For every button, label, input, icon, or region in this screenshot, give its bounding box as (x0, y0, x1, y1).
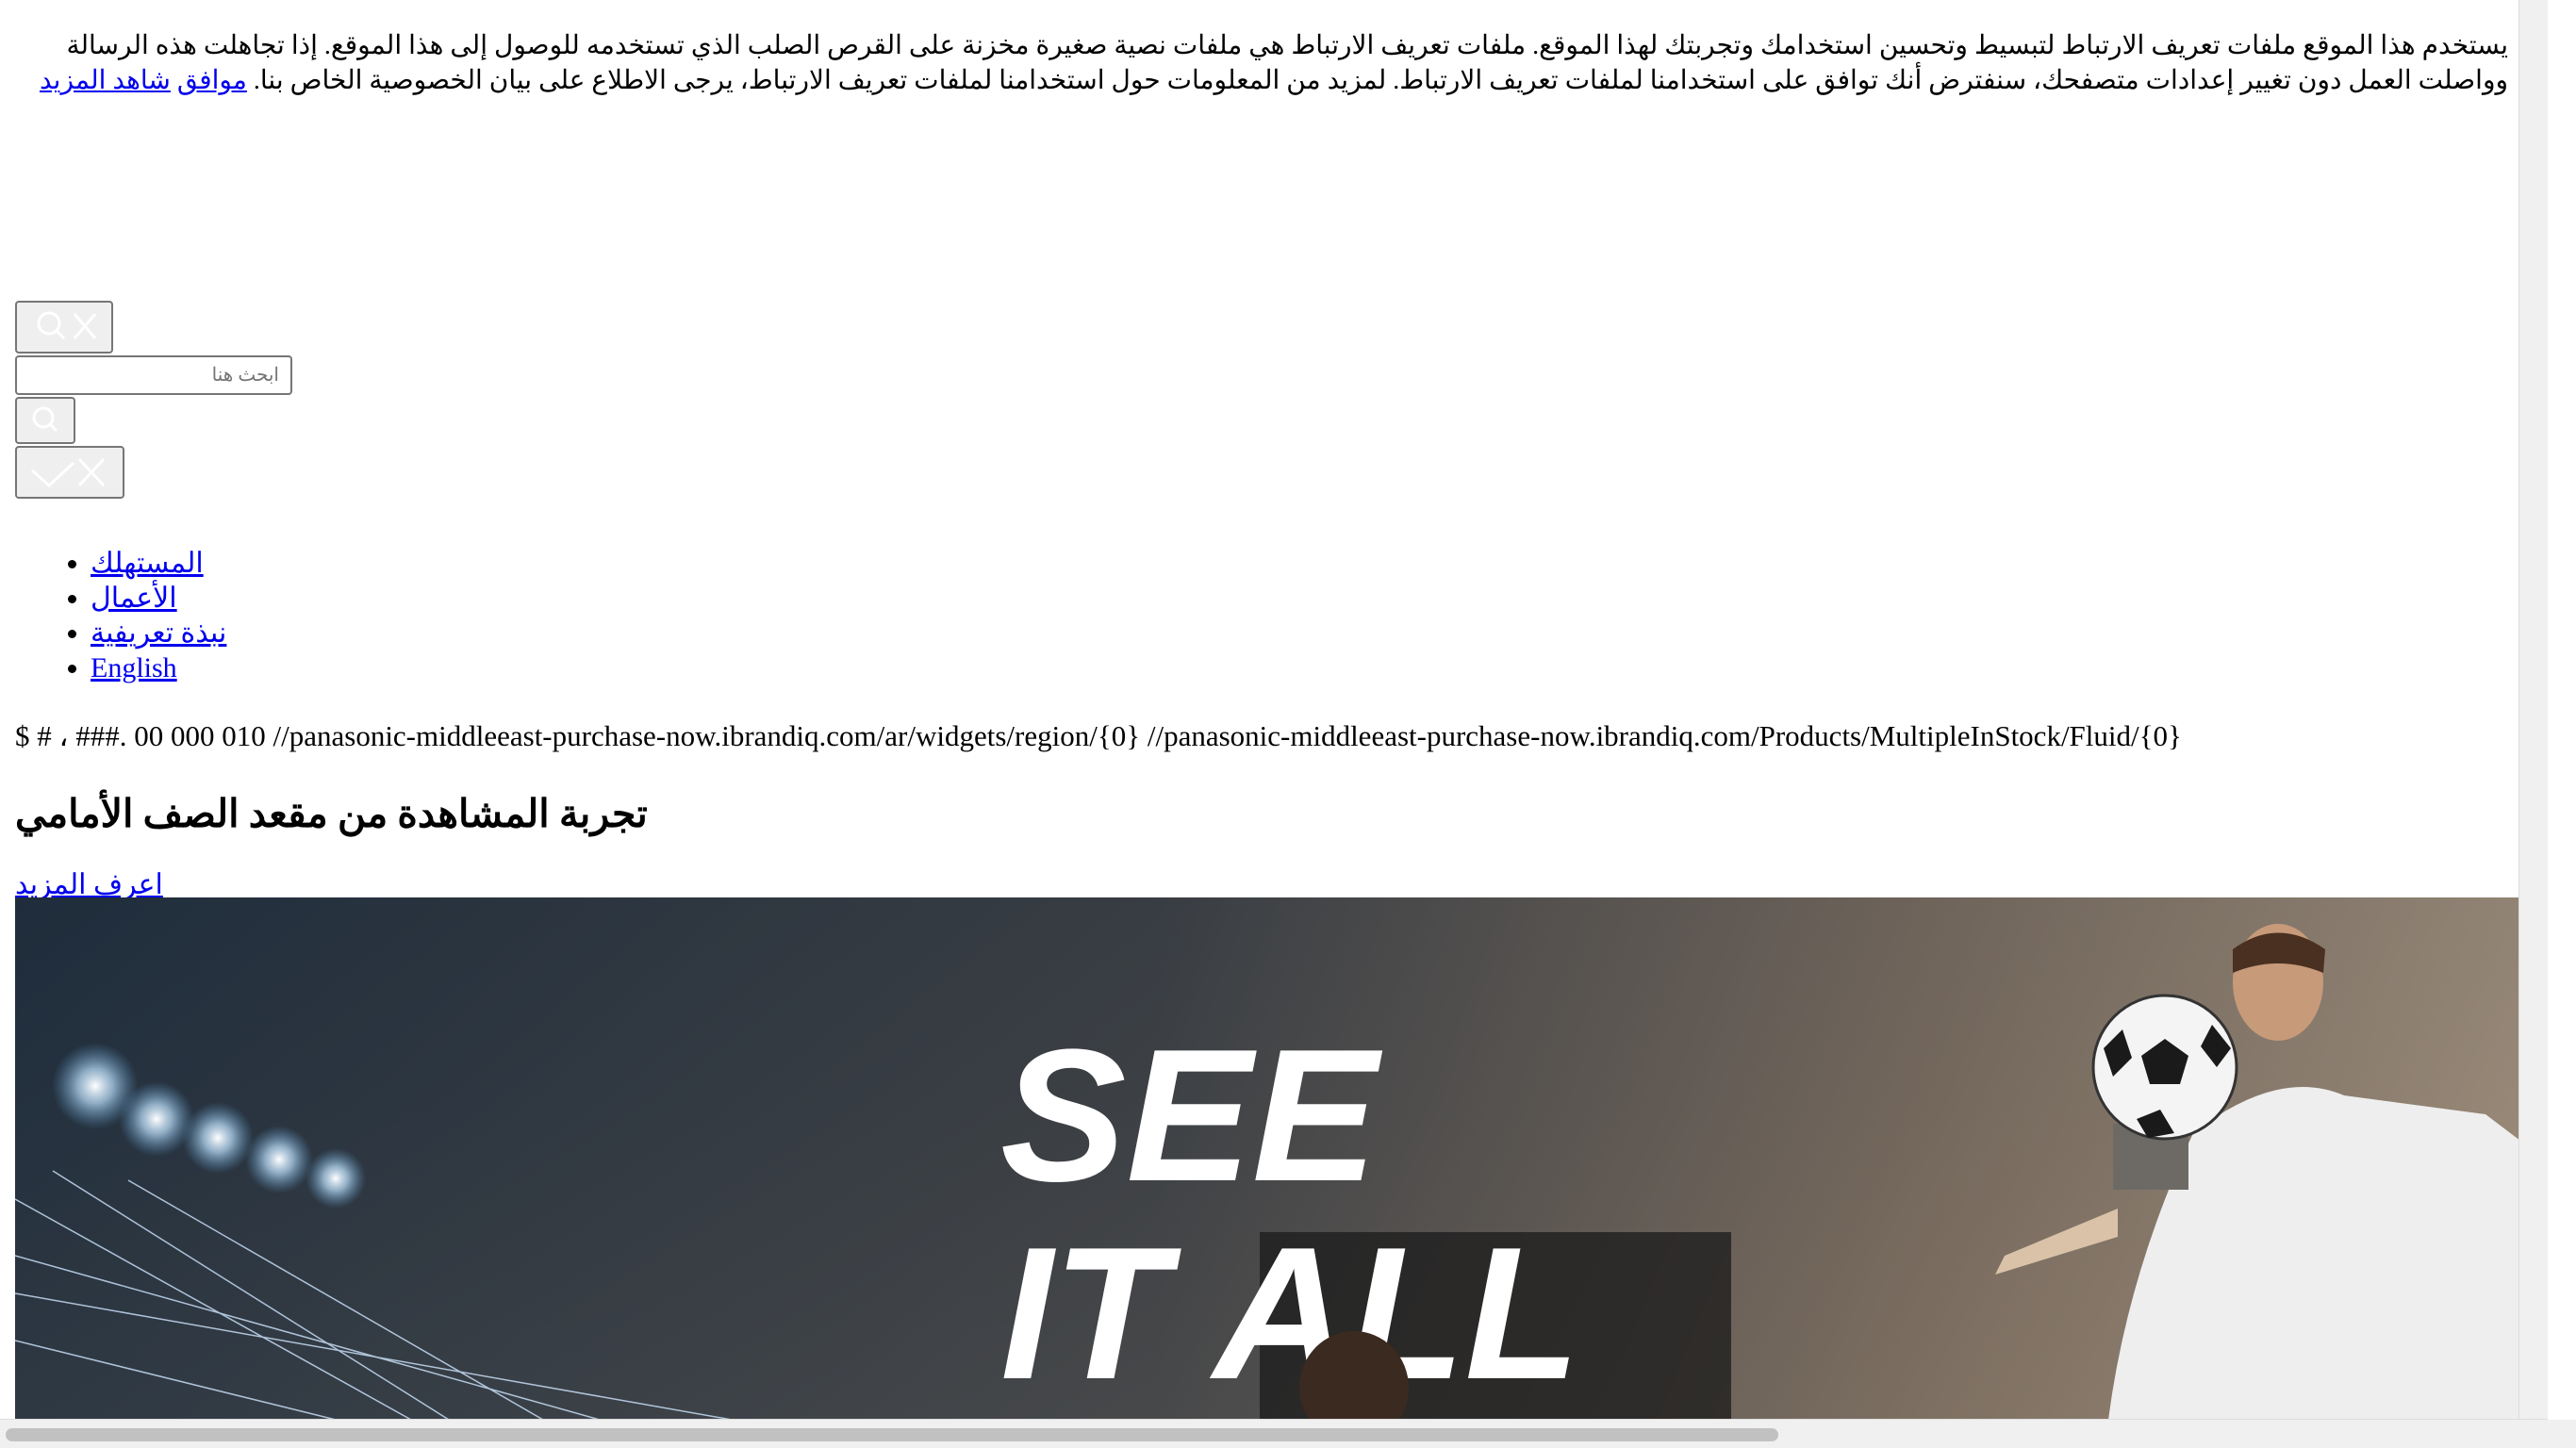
horizontal-scrollbar-thumb[interactable] (6, 1428, 1778, 1441)
menu-toggle-button[interactable] (15, 446, 124, 499)
header-spacer (15, 98, 2533, 301)
menu-close-icon (31, 457, 106, 488)
cookie-banner: يستخدم هذا الموقع ملفات تعريف الارتباط ل… (15, 0, 2508, 98)
config-text: $ # ، ###. 00 000 010 //panasonic-middle… (15, 719, 2182, 752)
horizontal-scrollbar[interactable] (0, 1419, 2548, 1448)
cookie-accept-link[interactable]: موافق (177, 66, 247, 95)
learn-more-link[interactable]: اعرف المزيد (15, 868, 163, 901)
banner-text-line2: IT ALL (1000, 1209, 1580, 1419)
hero-title: تجربة المشاهدة من مقعد الصف الأمامي (15, 792, 648, 835)
search-toggle-button[interactable] (15, 301, 113, 354)
banner-text-line1: SEE (1000, 1011, 1383, 1221)
hero-banner-image: SEE IT ALL (15, 897, 2548, 1420)
browser-viewport: يستخدم هذا الموقع ملفات تعريف الارتباط ل… (0, 0, 2548, 1420)
main-nav: المستهلك الأعمال نبذة تعريفية English (15, 546, 2533, 685)
soccer-ball (2091, 994, 2238, 1141)
banner-graphic: SEE IT ALL (15, 897, 2548, 1420)
nav-link-english[interactable]: English (91, 652, 177, 683)
vertical-scrollbar[interactable] (2518, 0, 2548, 1420)
search-icon (32, 406, 58, 433)
search-close-icon (37, 311, 97, 340)
cookie-message: يستخدم هذا الموقع ملفات تعريف الارتباط ل… (66, 31, 2508, 95)
search-submit-button[interactable] (15, 397, 75, 444)
nav-link-business[interactable]: الأعمال (91, 583, 177, 614)
nav-link-about[interactable]: نبذة تعريفية (91, 617, 226, 649)
search-input[interactable] (15, 355, 292, 395)
nav-item-consumer: المستهلك (91, 546, 2533, 581)
cookie-more-link[interactable]: شاهد المزيد (40, 66, 171, 95)
nav-item-business: الأعمال (91, 581, 2533, 616)
nav-item-english: English (91, 650, 2533, 685)
nav-link-consumer[interactable]: المستهلك (91, 548, 204, 579)
scrollbar-corner (2548, 1420, 2576, 1448)
nav-item-about: نبذة تعريفية (91, 616, 2533, 650)
